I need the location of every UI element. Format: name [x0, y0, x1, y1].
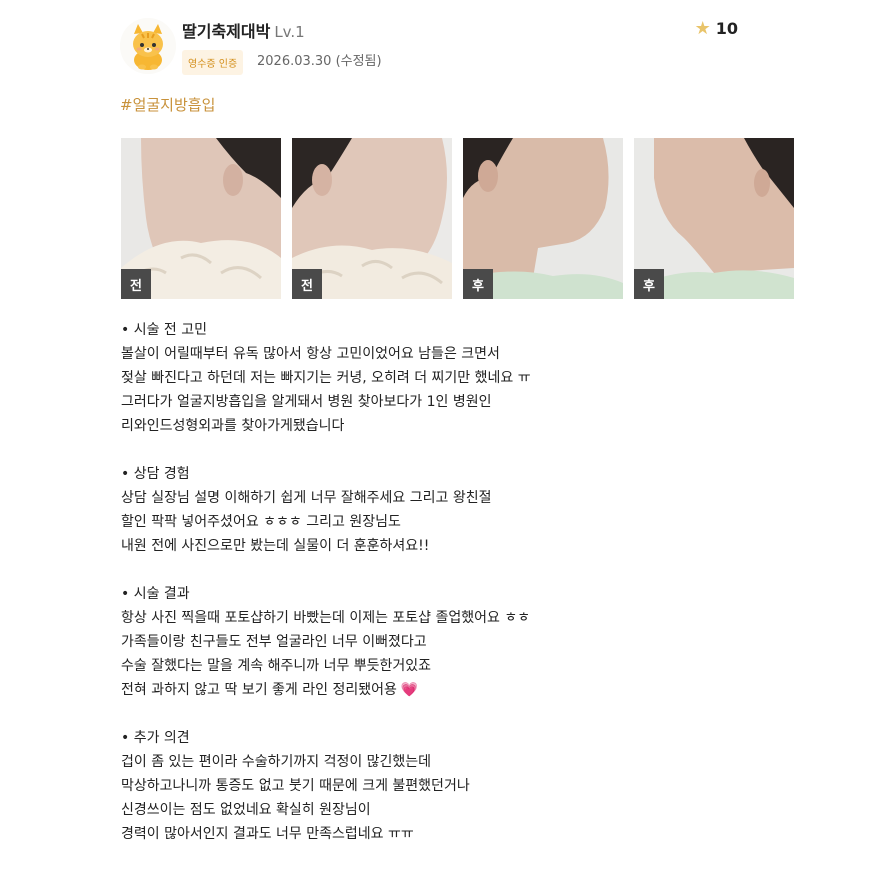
review-section: • 상담 경험 상담 실장님 설명 이해하기 쉽게 너무 잘해주세요 그리고 왕… [121, 462, 761, 558]
review-line: 젖살 빠진다고 하던데 저는 빠지기는 커녕, 오히려 더 찌기만 했네요 ㅠ [121, 370, 531, 386]
review-header: 딸기축제대박 Lv.1 영수증 인증 2026.03.30 (수정됨) ★ 10 [120, 14, 760, 76]
review-line: 할인 팍팍 넣어주셨어요 ㅎㅎㅎ 그리고 원장님도 [121, 514, 401, 530]
review-line: 신경쓰이는 점도 없었네요 확실히 원장님이 [121, 802, 371, 818]
star-icon: ★ [694, 18, 711, 39]
review-line: 상담 실장님 설명 이해하기 쉽게 너무 잘해주세요 그리고 왕친절 [121, 490, 492, 506]
heart-icon: 💗 [400, 682, 419, 698]
section-title: • 추가 의견 [121, 730, 190, 746]
review-line: 겁이 좀 있는 편이라 수술하기까지 걱정이 많긴했는데 [121, 754, 432, 770]
review-line: 가족들이랑 친구들도 전부 얼굴라인 너무 이뻐졌다고 [121, 634, 427, 650]
hashtag-link[interactable]: #얼굴지방흡입 [120, 94, 215, 115]
nickname-text: 딸기축제대박 [182, 22, 271, 41]
receipt-verified-badge: 영수증 인증 [182, 50, 244, 75]
review-line-with-emoji: 전혀 과하지 않고 딱 보기 좋게 라인 정리됐어용 💗 [121, 678, 761, 702]
photo-after-1[interactable]: 후 [463, 138, 623, 299]
review-line: 내원 전에 사진으로만 봤는데 실물이 더 훈훈하셔요!! [121, 538, 430, 554]
user-level: Lv.1 [274, 23, 305, 41]
photo-label: 전 [292, 269, 322, 299]
review-section: • 시술 전 고민 볼살이 어릴때부터 유독 많아서 항상 고민이었어요 남들은… [121, 318, 761, 438]
section-title: • 상담 경험 [121, 466, 190, 482]
photo-before-2[interactable]: 전 [292, 138, 452, 299]
user-nickname[interactable]: 딸기축제대박 Lv.1 [182, 18, 305, 42]
review-line: 항상 사진 찍을때 포토샵하기 바빴는데 이제는 포토샵 졸업했어요 ㅎㅎ [121, 610, 531, 626]
review-line: 그러다가 얼굴지방흡입을 알게돼서 병원 찾아보다가 1인 병원인 [121, 394, 492, 410]
photo-label: 후 [634, 269, 664, 299]
photo-after-2[interactable]: 후 [634, 138, 794, 299]
review-line: 막상하고나니까 통증도 없고 붓기 때문에 크게 불편했던거나 [121, 778, 470, 794]
review-line: 볼살이 어릴때부터 유독 많아서 항상 고민이었어요 남들은 크면서 [121, 346, 500, 362]
review-section: • 추가 의견 겁이 좀 있는 편이라 수술하기까지 걱정이 많긴했는데 막상하… [121, 726, 761, 846]
section-title: • 시술 결과 [121, 586, 190, 602]
review-section: • 시술 결과 항상 사진 찍을때 포토샵하기 바빴는데 이제는 포토샵 졸업했… [121, 582, 761, 702]
rating-value: 10 [715, 19, 738, 38]
review-line: 리와인드성형외과를 찾아가게됐습니다 [121, 418, 345, 434]
photo-label: 전 [121, 269, 151, 299]
photo-label: 후 [463, 269, 493, 299]
cat-avatar-icon[interactable] [120, 18, 176, 74]
rating: ★ 10 [695, 18, 738, 39]
review-date: 2026.03.30 (수정됨) [257, 54, 382, 69]
review-line-text: 전혀 과하지 않고 딱 보기 좋게 라인 정리됐어용 [121, 682, 397, 698]
review-line: 수술 잘했다는 말을 계속 해주니까 너무 뿌듯한거있죠 [121, 658, 432, 674]
section-title: • 시술 전 고민 [121, 322, 208, 338]
review-line: 경력이 많아서인지 결과도 너무 만족스럽네요 ㅠㅠ [121, 826, 414, 842]
photo-before-1[interactable]: 전 [121, 138, 281, 299]
photo-gallery: 전 전 후 후 [121, 138, 794, 300]
review-content: • 시술 전 고민 볼살이 어릴때부터 유독 많아서 항상 고민이었어요 남들은… [121, 318, 761, 870]
